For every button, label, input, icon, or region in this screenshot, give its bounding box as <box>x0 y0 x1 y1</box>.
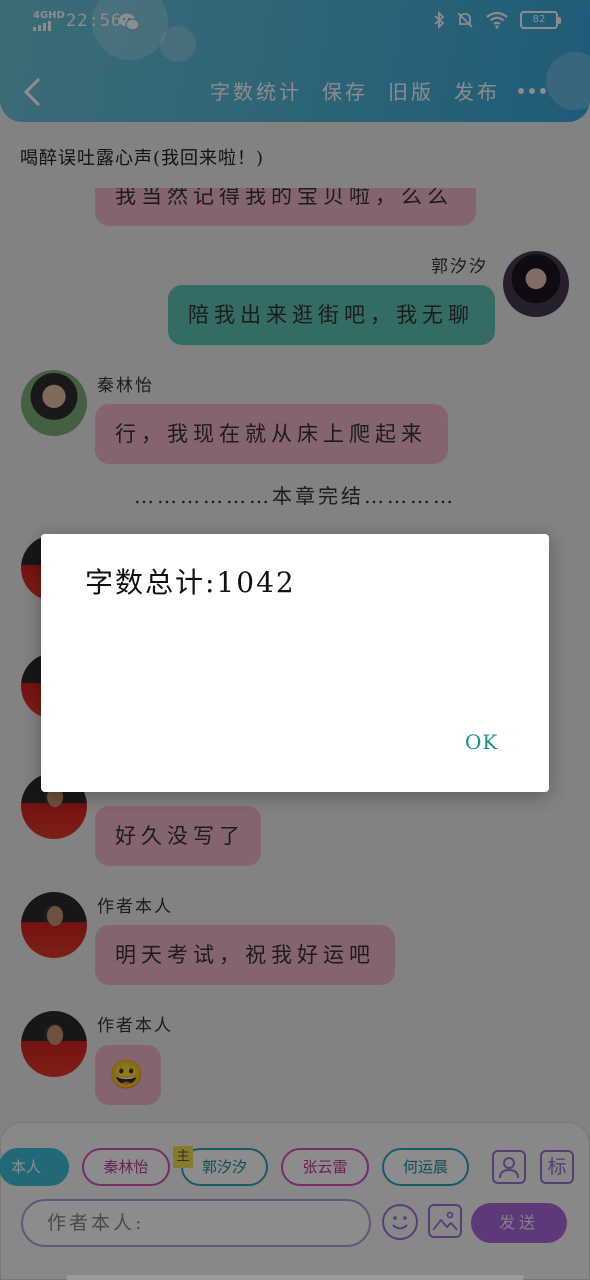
chapter-title[interactable]: 喝醉误吐露心声(我回来啦！) <box>20 144 264 170</box>
message-bubble[interactable]: 明天考试，祝我好运吧 <box>95 925 395 985</box>
avatar[interactable] <box>21 370 87 436</box>
emoji-message-bubble[interactable]: 😀 <box>95 1045 161 1105</box>
bluetooth-icon <box>434 11 445 29</box>
tag-button[interactable]: 标 <box>540 1150 574 1184</box>
message-input[interactable]: 作者本人: <box>21 1199 371 1247</box>
sender-name: 作者本人 <box>97 897 173 917</box>
message-bubble[interactable]: 我当然记得我的宝贝啦，么么 <box>95 188 476 226</box>
save-button[interactable]: 保存 <box>322 76 368 105</box>
message-bubble[interactable]: 行，我现在就从床上爬起来 <box>95 404 448 464</box>
message-bubble[interactable]: 陪我出来逛街吧，我无聊 <box>168 285 495 345</box>
image-icon[interactable] <box>428 1204 462 1238</box>
picture-icon <box>432 1211 458 1231</box>
sender-name: 秦林怡 <box>97 376 154 396</box>
status-right: 82 <box>433 11 561 29</box>
character-chip[interactable]: 郭汐汐 <box>181 1148 268 1186</box>
publish-button[interactable]: 发布 <box>454 76 500 105</box>
mute-bell-icon <box>457 12 473 28</box>
battery-icon: 82 <box>520 11 561 29</box>
ok-button[interactable]: OK <box>465 730 498 754</box>
clock: 22:56 <box>66 11 123 31</box>
avatar[interactable] <box>21 892 87 958</box>
send-button[interactable]: 发送 <box>471 1203 567 1243</box>
character-manage-icon[interactable] <box>492 1150 526 1184</box>
message-bubble[interactable]: 好久没写了 <box>95 806 261 866</box>
smiley-icon <box>392 1216 408 1230</box>
person-icon <box>499 1157 519 1179</box>
character-chip[interactable]: 何运晨 <box>382 1148 469 1186</box>
nav-actions: 字数统计 保存 旧版 发布 <box>210 76 500 105</box>
signal-icon <box>33 21 51 31</box>
network-label: 4GHD <box>33 10 65 21</box>
app-header: 4GHD 22:56 82 字数统计 保存 旧版 发布 <box>0 0 590 122</box>
old-version-button[interactable]: 旧版 <box>388 76 434 105</box>
wechat-icon <box>119 13 140 31</box>
chapter-end-marker: ………………本章完结………… <box>134 484 456 508</box>
dialog-message: 字数总计:1042 <box>85 566 296 599</box>
decor-bubble <box>546 52 590 110</box>
back-button[interactable] <box>18 74 46 110</box>
more-options-icon[interactable] <box>518 88 546 94</box>
character-chip[interactable]: 秦林怡 <box>82 1148 170 1186</box>
input-panel: 本人 秦林怡 郭汐汐 主 张云雷 何运晨 标 作者本人: 发送 <box>0 1122 590 1280</box>
wifi-icon <box>486 11 508 29</box>
sender-name: 作者本人 <box>97 1016 173 1036</box>
host-tag: 主 <box>173 1146 193 1168</box>
avatar[interactable] <box>21 1011 87 1077</box>
word-count-button[interactable]: 字数统计 <box>210 76 302 105</box>
emoji-icon[interactable] <box>382 1204 418 1240</box>
character-chip[interactable]: 张云雷 <box>281 1148 369 1186</box>
avatar[interactable] <box>503 251 569 317</box>
word-count-dialog: 字数总计:1042 OK <box>41 534 549 792</box>
sender-name: 郭汐汐 <box>431 257 488 277</box>
status-bar: 4GHD 22:56 82 <box>0 0 590 44</box>
home-indicator[interactable] <box>66 1275 524 1280</box>
character-chip-self[interactable]: 本人 <box>0 1148 69 1186</box>
